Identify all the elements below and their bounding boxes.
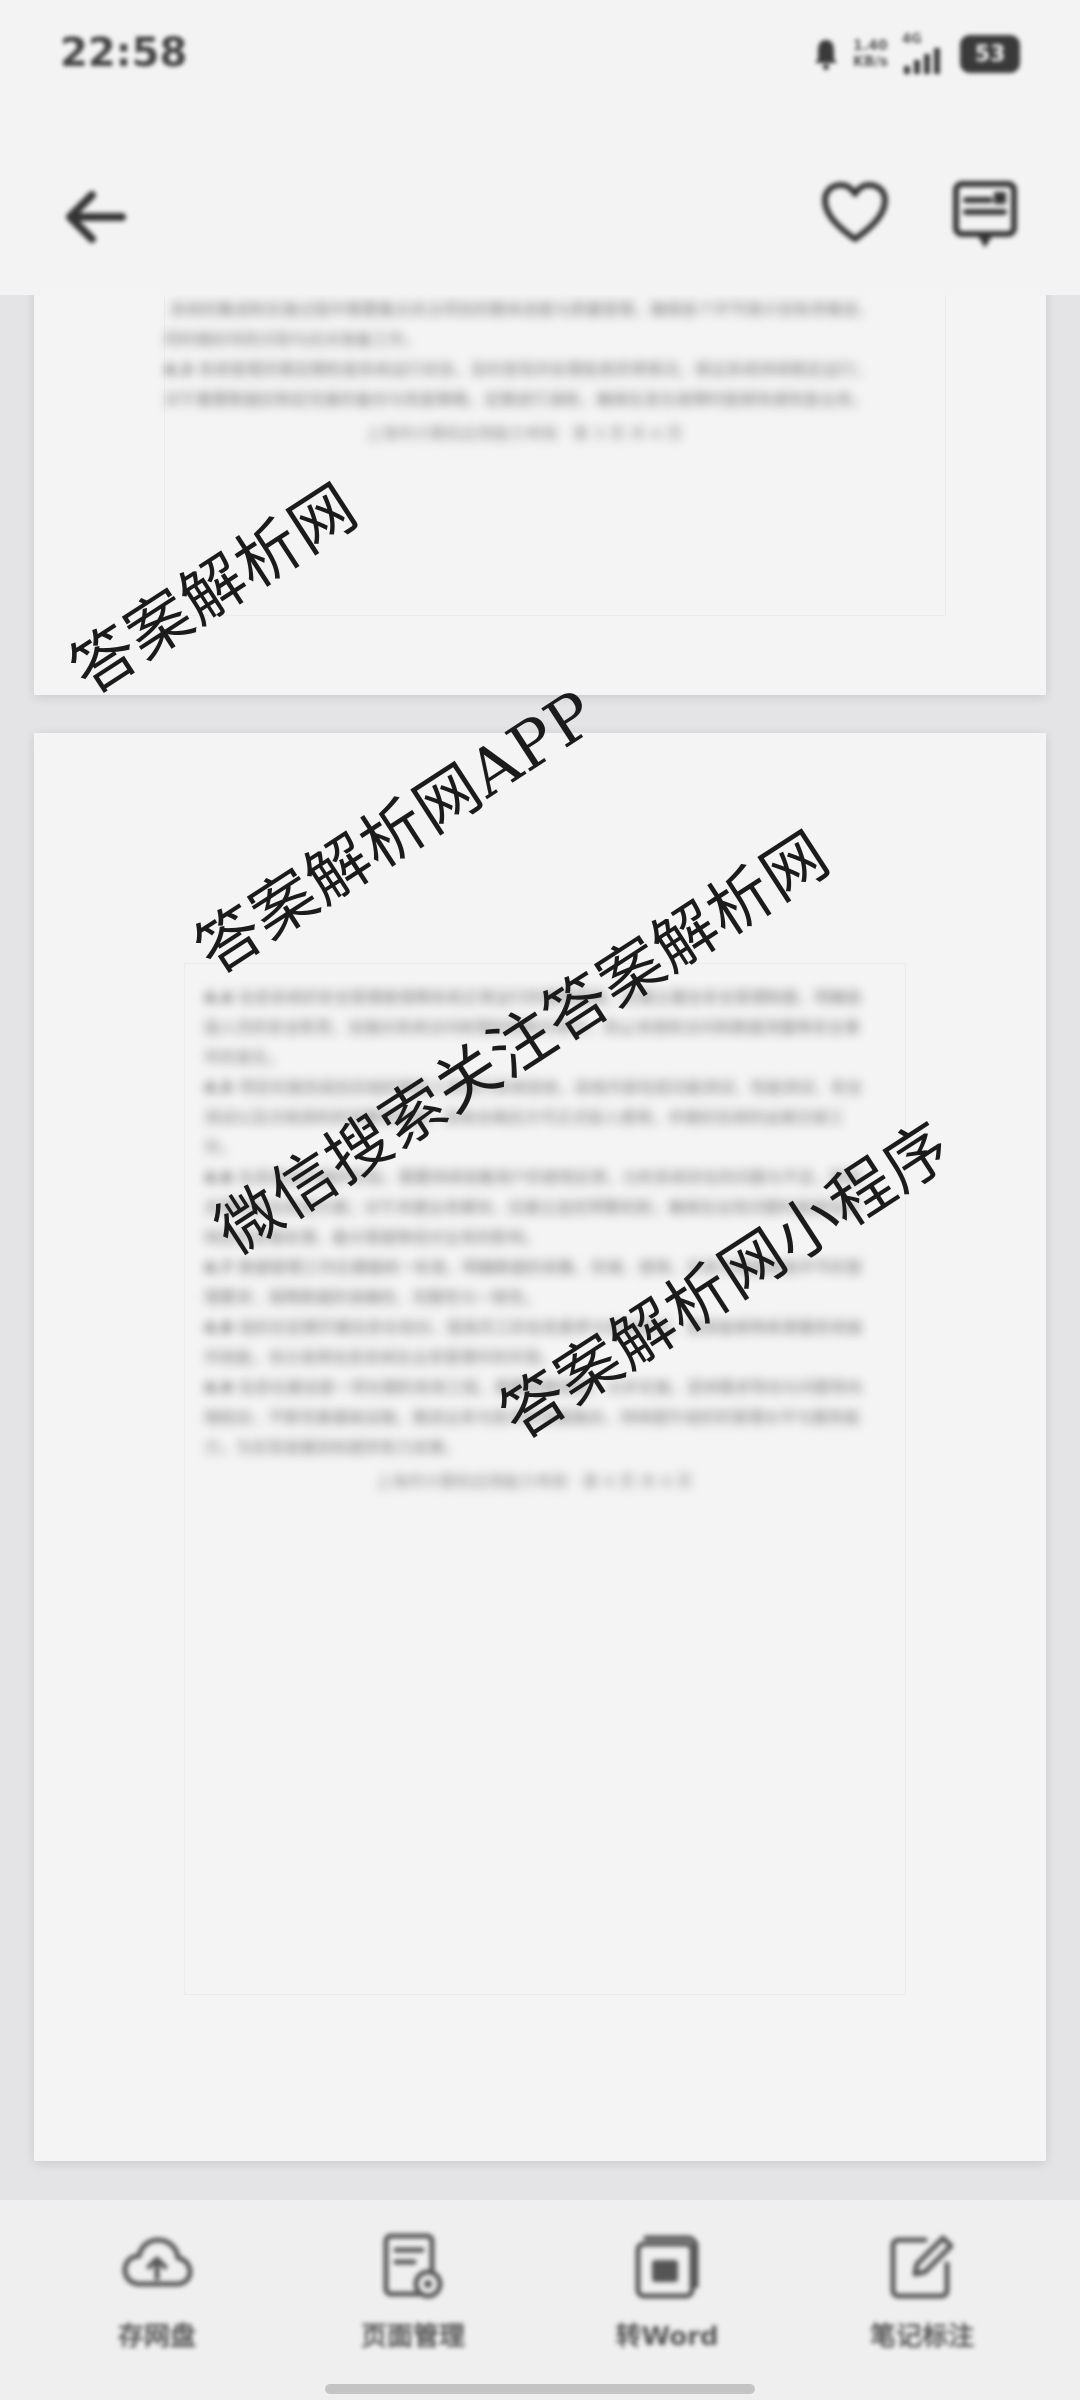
page-1-content: 系统的集成和实施过程中需要重点关注项目的整体进度与质量管理，确保各个环节按计划有… bbox=[164, 295, 884, 449]
back-arrow-icon bbox=[66, 191, 126, 243]
back-button[interactable] bbox=[50, 172, 140, 262]
battery-indicator: 53 bbox=[960, 35, 1020, 73]
page-1-paragraph-2: 4.3 系统管理员需定期检查系统运行状态，及时发现并处理各类异常情况，保证系统持续… bbox=[164, 360, 871, 409]
network-type: 4G bbox=[902, 32, 922, 47]
favorite-button[interactable] bbox=[810, 168, 900, 258]
note-annotate-label: 笔记标注 bbox=[869, 2322, 974, 2352]
status-icons: 1.40 KB/s 4G 53 bbox=[813, 32, 1020, 74]
signal-icon bbox=[904, 48, 940, 74]
home-indicator[interactable] bbox=[325, 2384, 755, 2394]
status-time: 22:58 bbox=[60, 30, 188, 76]
status-bar: 22:58 1.40 KB/s 4G 53 bbox=[0, 0, 1080, 120]
convert-word-button[interactable]: 转Word bbox=[557, 2230, 777, 2360]
bottom-toolbar: 存网盘 页面管理 转Word 笔记标注 bbox=[0, 2200, 1080, 2400]
note-annotate-button[interactable]: 笔记标注 bbox=[812, 2230, 1032, 2360]
page-manage-icon bbox=[383, 2233, 443, 2299]
cloud-upload-icon bbox=[122, 2237, 193, 2287]
top-app-bar bbox=[0, 120, 1080, 295]
convert-word-label: 转Word bbox=[615, 2322, 719, 2352]
heart-icon bbox=[822, 182, 888, 242]
net-speed: 1.40 KB/s bbox=[853, 38, 888, 70]
page-2-footer: 上海市计算机应用能力考核 · 第 4 页 共 4 页 bbox=[375, 1472, 693, 1491]
document-menu-button[interactable] bbox=[940, 168, 1030, 258]
document-icon bbox=[953, 181, 1017, 248]
convert-word-icon bbox=[635, 2235, 699, 2299]
save-to-cloud-button[interactable]: 存网盘 bbox=[47, 2230, 267, 2360]
page-manage-button[interactable]: 页面管理 bbox=[303, 2230, 523, 2360]
note-edit-icon bbox=[890, 2235, 954, 2299]
page-1-footer: 上海市计算机应用能力考核 · 第 3 页 共 4 页 bbox=[365, 424, 683, 443]
signal-group: 4G bbox=[902, 32, 946, 74]
page-1-paragraph-1: 系统的集成和实施过程中需要重点关注项目的整体进度与质量管理，确保各个环节按计划有… bbox=[164, 300, 875, 349]
save-to-cloud-label: 存网盘 bbox=[117, 2322, 196, 2352]
net-speed-value: 1.40 bbox=[853, 38, 888, 54]
net-speed-unit: KB/s bbox=[853, 54, 888, 70]
alarm-icon bbox=[815, 40, 838, 70]
page-manage-label: 页面管理 bbox=[360, 2322, 465, 2352]
